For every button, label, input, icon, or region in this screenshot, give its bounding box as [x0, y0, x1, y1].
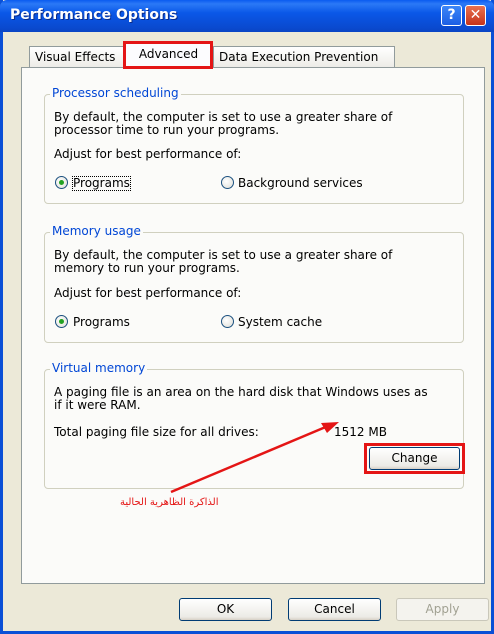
cancel-button[interactable]: Cancel [288, 598, 381, 621]
ok-button[interactable]: OK [179, 598, 272, 621]
annotation-arrow-line [170, 424, 329, 494]
performance-options-window: Performance Options ? ✕ Visual Effects A… [0, 0, 494, 634]
annotation-arrow-head [321, 422, 339, 433]
apply-button[interactable]: Apply [396, 598, 489, 621]
annotation-arrow-icon [170, 422, 339, 494]
tab-advanced[interactable]: Advanced [124, 42, 213, 69]
annotation-arabic-label: الذاكرة الظاهرية الحالية [120, 497, 219, 508]
